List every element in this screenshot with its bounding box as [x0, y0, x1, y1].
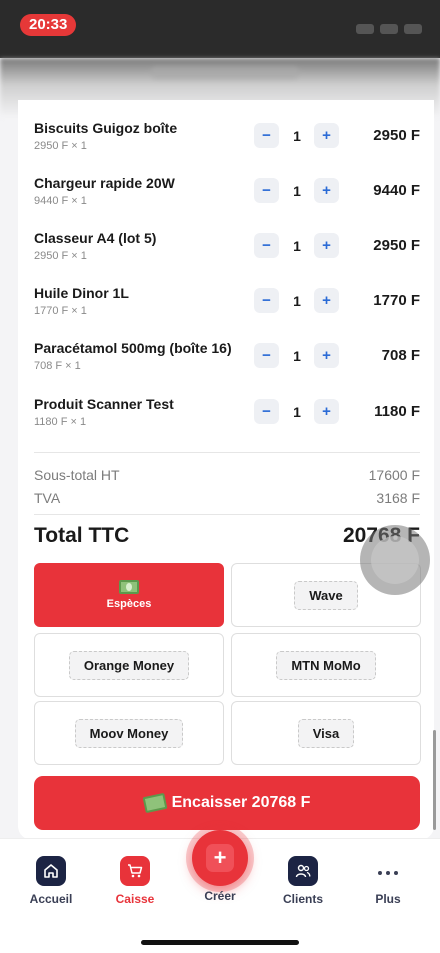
divider	[34, 452, 420, 453]
item-name: Chargeur rapide 20W	[34, 175, 175, 191]
item-unit-price: 708 F × 1	[34, 360, 81, 372]
increase-quantity-button[interactable]: +	[314, 233, 339, 258]
item-unit-price: 9440 F × 1	[34, 195, 87, 207]
item-unit-price: 1180 F × 1	[34, 416, 87, 428]
item-total: 2950 F	[373, 237, 420, 254]
item-total: 2950 F	[373, 127, 420, 144]
payment-option-label: Wave	[294, 580, 358, 610]
tva-label: TVA	[34, 490, 61, 506]
subtotal-value: 17600 F	[368, 467, 420, 483]
nav-item-accueil[interactable]: Accueil	[7, 856, 95, 906]
cart-item: Classeur A4 (lot 5) 2950 F × 1 − 1 + 295…	[18, 230, 434, 280]
item-total: 9440 F	[373, 182, 420, 199]
item-name: Classeur A4 (lot 5)	[34, 230, 157, 246]
payment-option-label: MTN MoMo	[276, 650, 376, 680]
create-button-label: Créer	[204, 889, 236, 903]
item-name: Paracétamol 500mg (boîte 16)	[34, 340, 232, 356]
signal-icon	[356, 24, 374, 34]
item-name: Biscuits Guigoz boîte	[34, 120, 178, 136]
item-name: Huile Dinor 1L	[34, 285, 129, 301]
blurred-header-title	[150, 66, 300, 80]
cart-item: Huile Dinor 1L 1770 F × 1 − 1 + 1770 F	[18, 285, 434, 335]
payment-option-label: Orange Money	[68, 650, 190, 680]
decrease-quantity-button[interactable]: −	[254, 178, 279, 203]
decrease-quantity-button[interactable]: −	[254, 343, 279, 368]
subtotal-label: Sous-total HT	[34, 467, 120, 483]
item-unit-price: 2950 F × 1	[34, 250, 87, 262]
payment-option-orange-money[interactable]: Orange Money	[34, 633, 224, 697]
payment-option-label: Visa	[297, 718, 355, 748]
increase-quantity-button[interactable]: +	[314, 288, 339, 313]
wifi-icon	[380, 24, 398, 34]
increase-quantity-button[interactable]: +	[314, 178, 339, 203]
payment-option-mtn-momo[interactable]: MTN MoMo	[231, 633, 421, 697]
home-icon	[36, 856, 66, 886]
item-name: Produit Scanner Test	[34, 396, 174, 412]
encaisser-button[interactable]: Encaisser 20768 F	[34, 776, 420, 830]
divider	[34, 514, 420, 515]
item-quantity: 1	[293, 128, 301, 144]
payment-option-visa[interactable]: Visa	[231, 701, 421, 765]
cart-item: Chargeur rapide 20W 9440 F × 1 − 1 + 944…	[18, 175, 434, 225]
payment-option-label: Espèces	[106, 598, 152, 610]
encaisser-button-label: Encaisser 20768 F	[171, 794, 311, 811]
home-indicator[interactable]	[141, 940, 299, 945]
users-icon	[288, 856, 318, 886]
increase-quantity-button[interactable]: +	[314, 123, 339, 148]
status-bar: 20:33	[0, 0, 440, 58]
payment-option-especes[interactable]: Espèces	[34, 563, 224, 627]
item-quantity: 1	[293, 183, 301, 199]
create-button[interactable]: +	[192, 830, 248, 886]
item-quantity: 1	[293, 238, 301, 254]
item-total: 1180 F	[374, 403, 420, 420]
money-icon	[119, 580, 139, 594]
nav-item-caisse[interactable]: Caisse	[91, 856, 179, 906]
status-icons	[356, 24, 422, 34]
money-icon	[142, 792, 168, 814]
item-quantity: 1	[293, 348, 301, 364]
decrease-quantity-button[interactable]: −	[254, 233, 279, 258]
status-time: 20:33	[20, 14, 77, 36]
nav-label: Caisse	[115, 892, 155, 906]
item-unit-price: 1770 F × 1	[34, 305, 87, 317]
assistive-touch-button[interactable]	[360, 525, 430, 595]
increase-quantity-button[interactable]: +	[314, 343, 339, 368]
nav-item-clients[interactable]: Clients	[259, 856, 347, 906]
tva-value: 3168 F	[376, 490, 420, 506]
nav-item-plus[interactable]: Plus	[344, 858, 432, 906]
cart-item: Produit Scanner Test 1180 F × 1 − 1 + 11…	[18, 396, 434, 446]
cart-item: Biscuits Guigoz boîte 2950 F × 1 − 1 + 2…	[18, 120, 434, 170]
battery-icon	[404, 24, 422, 34]
item-quantity: 1	[293, 404, 301, 420]
plus-icon: +	[206, 844, 234, 872]
cart-card: Biscuits Guigoz boîte 2950 F × 1 − 1 + 2…	[18, 100, 434, 840]
nav-label: Plus	[375, 892, 401, 906]
nav-label: Clients	[282, 892, 323, 906]
item-quantity: 1	[293, 293, 301, 309]
payment-option-moov-money[interactable]: Moov Money	[34, 701, 224, 765]
scrollbar[interactable]	[433, 730, 436, 830]
item-unit-price: 2950 F × 1	[34, 140, 87, 152]
item-total: 708 F	[381, 347, 420, 364]
decrease-quantity-button[interactable]: −	[254, 399, 279, 424]
decrease-quantity-button[interactable]: −	[254, 123, 279, 148]
increase-quantity-button[interactable]: +	[314, 399, 339, 424]
nav-label: Accueil	[29, 892, 73, 906]
total-label: Total TTC	[34, 524, 130, 547]
payment-option-label: Moov Money	[74, 718, 184, 748]
cart-icon	[120, 856, 150, 886]
cart-item: Paracétamol 500mg (boîte 16) 708 F × 1 −…	[18, 340, 434, 390]
decrease-quantity-button[interactable]: −	[254, 288, 279, 313]
item-total: 1770 F	[373, 292, 420, 309]
more-icon	[378, 858, 398, 888]
